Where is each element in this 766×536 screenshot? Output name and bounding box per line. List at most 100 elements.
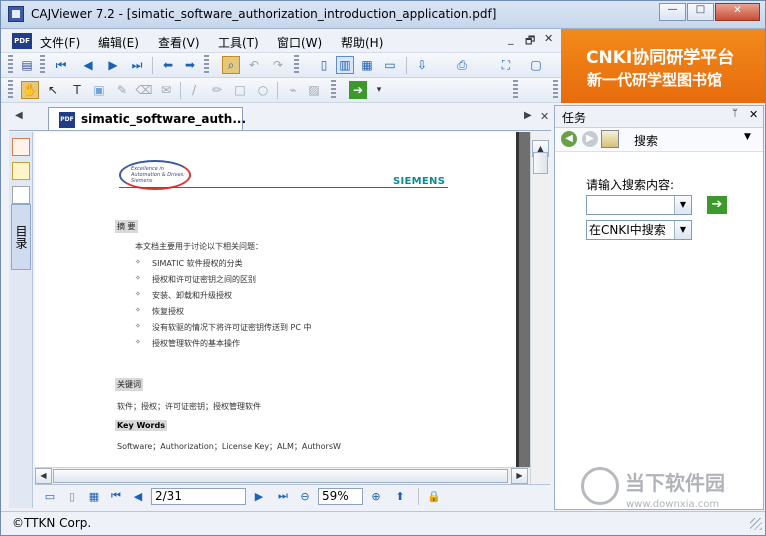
first-page-nav-icon[interactable]: ⏮ <box>108 488 124 504</box>
zoom-input[interactable]: 59% <box>318 488 363 505</box>
document-close-icon[interactable]: ✕ <box>544 32 553 45</box>
new-icon[interactable]: ▢ <box>527 56 545 74</box>
bullet-icon: ✧ <box>135 290 141 298</box>
menu-view[interactable]: 查看(V) <box>158 34 200 51</box>
upload-icon[interactable]: ⬆ <box>392 488 408 504</box>
tab-left-arrow-icon[interactable]: ◀ <box>15 110 23 121</box>
task-close-icon[interactable]: ✕ <box>749 108 758 121</box>
search-go-button[interactable]: ➔ <box>707 196 727 214</box>
layout-mode-icon[interactable]: ▯ <box>64 488 80 504</box>
undo-icon[interactable]: ↶ <box>245 56 263 74</box>
marker-icon[interactable]: ✏ <box>208 81 226 99</box>
search-tab[interactable]: 搜索 <box>634 132 658 149</box>
page-mode-icon[interactable]: ▭ <box>42 488 58 504</box>
menu-edit[interactable]: 编辑(E) <box>98 34 139 51</box>
note-icon[interactable]: ✉ <box>157 81 175 99</box>
first-page-icon[interactable]: ⏮ <box>52 56 70 74</box>
horizontal-scrollbar[interactable]: ◀ ▶ <box>35 467 530 484</box>
select-tool-icon[interactable]: ↖ <box>44 81 62 99</box>
toolbar-grip[interactable] <box>294 55 299 75</box>
chevron-down-icon[interactable]: ▼ <box>744 132 751 142</box>
maximize-button[interactable]: □ <box>687 3 714 21</box>
ellipse-icon[interactable]: ○ <box>254 81 272 99</box>
highlight-icon[interactable]: ✎ <box>113 81 131 99</box>
zoom-in-icon[interactable]: ⊕ <box>368 488 384 504</box>
resize-grip[interactable] <box>750 518 762 530</box>
notes-panel-icon[interactable] <box>12 162 30 180</box>
text-select-icon[interactable]: T <box>68 81 86 99</box>
toolbar-grip[interactable] <box>8 80 13 100</box>
summary-heading: 摘 要 <box>115 220 138 233</box>
last-page-nav-icon[interactable]: ⏭ <box>275 488 291 504</box>
menu-tools[interactable]: 工具(T) <box>218 34 259 51</box>
contents-tab[interactable]: 目录 <box>11 204 31 270</box>
vertical-scroll-thumb[interactable] <box>533 152 548 174</box>
menu-window[interactable]: 窗口(W) <box>277 34 322 51</box>
thumbnails-panel-icon[interactable] <box>12 186 30 204</box>
previous-page-icon[interactable]: ◀ <box>79 56 97 74</box>
two-page-icon[interactable]: ▭ <box>381 56 399 74</box>
vertical-scrollbar[interactable]: ▲ ▼ <box>530 132 550 508</box>
toolbar-grip[interactable] <box>204 55 209 75</box>
single-page-icon[interactable]: ▯ <box>315 56 333 74</box>
rectangle-icon[interactable]: □ <box>231 81 249 99</box>
scroll-left-icon[interactable]: ◀ <box>35 468 52 484</box>
zoom-out-icon[interactable]: ⊖ <box>297 488 313 504</box>
lock-icon[interactable]: 🔒 <box>426 488 442 504</box>
next-page-icon[interactable]: ▶ <box>104 56 122 74</box>
document-icon[interactable]: ▤ <box>18 56 36 74</box>
toolbar-grip[interactable] <box>513 80 518 100</box>
scroll-right-icon[interactable]: ▶ <box>511 468 528 484</box>
document-minimize-icon[interactable]: _ <box>508 32 514 45</box>
document-tab[interactable]: PDF simatic_software_auth... <box>48 107 246 130</box>
fullscreen-icon[interactable]: ⛶ <box>497 56 515 74</box>
toolbar-grip[interactable] <box>8 55 13 75</box>
dropdown-icon[interactable]: ▾ <box>370 81 388 99</box>
menu-help[interactable]: 帮助(H) <box>341 34 383 51</box>
last-page-icon[interactable]: ⏭ <box>128 56 146 74</box>
pin-icon[interactable]: ᛘ <box>732 108 738 119</box>
back-icon[interactable]: ◀ <box>561 131 577 147</box>
maximize-icon: □ <box>695 4 706 15</box>
redo-icon[interactable]: ↷ <box>269 56 287 74</box>
eraser-icon[interactable]: ⌫ <box>135 81 153 99</box>
link-icon[interactable]: ⌁ <box>284 81 302 99</box>
tab-right-arrow-icon[interactable]: ▶ <box>524 110 532 121</box>
search-document-icon[interactable]: ⌕ <box>222 56 240 74</box>
forward-icon[interactable]: ▶ <box>582 131 598 147</box>
horizontal-scroll-thumb[interactable] <box>53 469 508 483</box>
search-input[interactable]: ▼ <box>586 195 692 215</box>
scope-dropdown-button[interactable]: ▼ <box>674 221 691 239</box>
pen-icon[interactable]: / <box>185 81 203 99</box>
continuous-page-icon[interactable]: ▥ <box>336 56 354 74</box>
next-page-nav-icon[interactable]: ▶ <box>251 488 267 504</box>
book-mode-icon[interactable]: ▦ <box>86 488 102 504</box>
cnki-banner[interactable]: CNKI协同研学平台 新一代研学型图书馆 <box>561 29 765 103</box>
toolbar-grip[interactable] <box>40 55 45 75</box>
facing-pages-icon[interactable]: ▦ <box>358 56 376 74</box>
go-arrow-icon[interactable]: ➔ <box>349 81 367 99</box>
close-button[interactable]: ✕ <box>715 3 760 21</box>
annotation-panel-icon[interactable] <box>12 138 30 156</box>
previous-page-nav-icon[interactable]: ◀ <box>130 488 146 504</box>
print-icon[interactable]: ⎙ <box>453 56 471 74</box>
minimize-button[interactable]: — <box>659 3 686 21</box>
search-scope-select[interactable]: 在CNKI中搜索 ▼ <box>586 220 692 240</box>
back-icon[interactable]: ⬅ <box>159 56 177 74</box>
page-number-input[interactable]: 2/31 <box>151 488 246 505</box>
hand-tool-icon[interactable]: ✋ <box>21 81 39 99</box>
bullet-item: 授权和许可证密钥之间的区别 <box>152 275 256 284</box>
home-icon[interactable] <box>601 130 619 148</box>
menu-file[interactable]: 文件(F) <box>40 34 80 51</box>
document-viewport[interactable]: Excellence in Automation & Drives: Sieme… <box>35 132 530 478</box>
search-dropdown-button[interactable]: ▼ <box>674 196 691 214</box>
tab-close-icon[interactable]: ✕ <box>540 110 549 123</box>
layout-icon[interactable]: ▨ <box>305 81 323 99</box>
toolbar-grip[interactable] <box>553 80 558 100</box>
document-restore-icon[interactable]: 🗗 <box>525 32 535 51</box>
toolbar-separator <box>406 57 407 74</box>
export-icon[interactable]: ⇩ <box>413 56 431 74</box>
forward-icon[interactable]: ➡ <box>181 56 199 74</box>
image-select-icon[interactable]: ▣ <box>90 81 108 99</box>
toolbar-grip[interactable] <box>331 80 336 100</box>
